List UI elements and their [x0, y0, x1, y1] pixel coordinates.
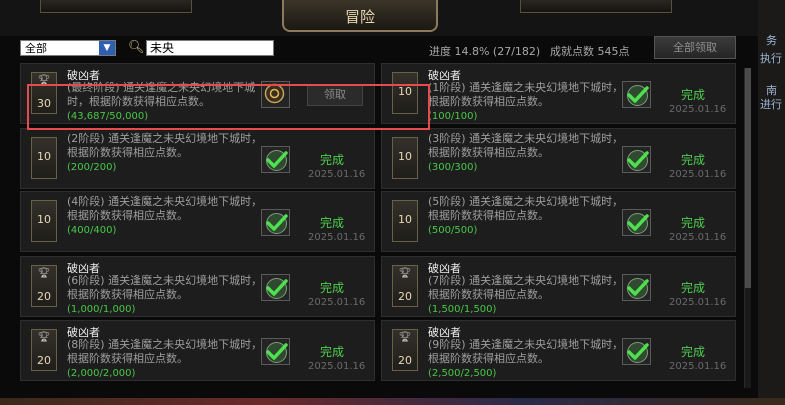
completion-date: 2025.01.16	[308, 232, 366, 243]
achievement-description: (3阶段) 通关逢魔之未央幻境地下城时，根据阶数获得相应点数。	[428, 132, 624, 159]
points-badge: 🏆︎ 20	[392, 329, 418, 371]
trophy-icon: 🏆︎	[37, 268, 51, 279]
achievement-description: (8阶段) 通关逢魔之未央幻境地下城时，根据阶数获得相应点数。	[67, 338, 263, 365]
status-complete: 完成	[681, 216, 706, 230]
points-badge: 10	[31, 137, 57, 179]
check-icon	[261, 338, 290, 365]
check-icon	[261, 274, 290, 301]
achievement-progress: (100/100)	[428, 111, 478, 122]
achievement-card: 10 (3阶段) 通关逢魔之未央幻境地下城时，根据阶数获得相应点数。 (300/30…	[381, 128, 736, 189]
achievement-description: (6阶段) 通关逢魔之未央幻境地下城时，根据阶数获得相应点数。	[67, 274, 263, 301]
category-select-value: 全部	[25, 42, 47, 55]
trophy-icon: 🏆︎	[37, 332, 51, 343]
achievement-progress: (500/500)	[428, 225, 478, 236]
check-icon	[622, 338, 651, 365]
points-badge: 10	[392, 200, 418, 242]
status-complete: 完成	[320, 216, 345, 230]
achievement-description: (2阶段) 通关逢魔之未央幻境地下城时，根据阶数获得相应点数。	[67, 132, 263, 159]
achievement-description: (5阶段) 通关逢魔之未央幻境地下城时，根据阶数获得相应点数。	[428, 195, 624, 222]
check-icon	[622, 274, 651, 301]
points-badge: 🏆︎ 20	[392, 265, 418, 307]
check-icon	[622, 81, 651, 108]
check-icon	[261, 146, 290, 173]
right-edge-text: 务	[766, 34, 777, 47]
points-value: 10	[37, 213, 51, 226]
achievement-description: (7阶段) 通关逢魔之未央幻境地下城时，根据阶数获得相应点数。	[428, 274, 624, 301]
scrollbar[interactable]	[744, 68, 751, 388]
claim-all-button[interactable]: 全部领取	[654, 36, 736, 59]
points-value: 20	[37, 354, 51, 367]
category-select[interactable]: 全部 ▼	[20, 40, 116, 56]
achievement-progress: (1,000/1,000)	[67, 304, 136, 315]
tab-adventure[interactable]: 冒险	[282, 0, 438, 32]
status-complete: 完成	[681, 153, 706, 167]
completion-date: 2025.01.16	[669, 169, 727, 180]
achievement-card: 10 (4阶段) 通关逢魔之未央幻境地下城时，根据阶数获得相应点数。 (400/40…	[20, 191, 375, 252]
achievement-card: 🏆︎ 20 破凶者 (9阶段) 通关逢魔之未央幻境地下城时，根据阶数获得相应点数。 (2…	[381, 320, 736, 381]
right-edge-panel: 务 执行 南 进行	[758, 0, 785, 405]
achievement-progress: (2,000/2,000)	[67, 368, 136, 379]
tab-left[interactable]	[40, 0, 192, 13]
trophy-icon: 🏆︎	[398, 268, 412, 279]
status-complete: 完成	[681, 345, 706, 359]
points-value: 10	[398, 150, 412, 163]
achievement-card: 10 (5阶段) 通关逢魔之未央幻境地下城时，根据阶数获得相应点数。 (500/50…	[381, 191, 736, 252]
progress-summary: 进度 14.8% (27/182)	[429, 45, 541, 58]
completion-date: 2025.01.16	[669, 232, 727, 243]
achievement-description: (9阶段) 通关逢魔之未央幻境地下城时，根据阶数获得相应点数。	[428, 338, 624, 365]
completion-date: 2025.01.16	[669, 361, 727, 372]
points-badge: 🏆︎ 20	[31, 329, 57, 371]
top-bar: 冒险	[0, 0, 785, 36]
points-value: 10	[37, 150, 51, 163]
points-value: 20	[398, 290, 412, 303]
achievement-description: (4阶段) 通关逢魔之未央幻境地下城时，根据阶数获得相应点数。	[67, 195, 263, 222]
points-badge: 🏆︎ 20	[31, 265, 57, 307]
status-complete: 完成	[681, 88, 706, 102]
check-icon	[622, 209, 651, 236]
tab-right[interactable]	[520, 0, 672, 13]
highlight-box	[27, 84, 430, 130]
completion-date: 2025.01.16	[308, 361, 366, 372]
achievement-card: 🏆︎ 20 破凶者 (6阶段) 通关逢魔之未央幻境地下城时，根据阶数获得相应点数。 (1…	[20, 256, 375, 317]
trophy-icon: 🏆︎	[398, 332, 412, 343]
search-icon: 🔍︎	[128, 40, 145, 55]
right-edge-text: 进行	[760, 98, 782, 111]
achievement-progress: (400/400)	[67, 225, 117, 236]
search-input[interactable]: 未央	[146, 40, 274, 56]
achievement-progress: (300/300)	[428, 162, 478, 173]
achievement-description: (1阶段) 通关逢魔之未央幻境地下城时，根据阶数获得相应点数。	[428, 81, 624, 108]
scrollbar-thumb[interactable]	[745, 68, 751, 288]
check-icon	[261, 209, 290, 236]
achievement-progress: (1,500/1,500)	[428, 304, 497, 315]
achievement-card: 10 破凶者 (1阶段) 通关逢魔之未央幻境地下城时，根据阶数获得相应点数。 (100…	[381, 63, 736, 124]
achievement-card: 🏆︎ 20 破凶者 (8阶段) 通关逢魔之未央幻境地下城时，根据阶数获得相应点数。 (2…	[20, 320, 375, 381]
chevron-down-icon[interactable]: ▼	[99, 41, 115, 55]
points-summary: 成就点数 545点	[550, 45, 630, 58]
achievement-card: 10 (2阶段) 通关逢魔之未央幻境地下城时，根据阶数获得相应点数。 (200/20…	[20, 128, 375, 189]
bottom-bar	[0, 398, 785, 405]
points-badge: 10	[392, 137, 418, 179]
achievement-progress: (200/200)	[67, 162, 117, 173]
points-value: 20	[398, 354, 412, 367]
points-badge: 10	[31, 200, 57, 242]
status-complete: 完成	[320, 153, 345, 167]
points-value: 10	[398, 213, 412, 226]
status-complete: 完成	[320, 345, 345, 359]
completion-date: 2025.01.16	[308, 297, 366, 308]
points-value: 20	[37, 290, 51, 303]
check-icon	[622, 146, 651, 173]
achievement-card: 🏆︎ 20 破凶者 (7阶段) 通关逢魔之未央幻境地下城时，根据阶数获得相应点数。 (1…	[381, 256, 736, 317]
achievement-progress: (2,500/2,500)	[428, 368, 497, 379]
completion-date: 2025.01.16	[669, 297, 727, 308]
status-complete: 完成	[320, 281, 345, 295]
status-complete: 完成	[681, 281, 706, 295]
completion-date: 2025.01.16	[308, 169, 366, 180]
right-edge-text: 执行	[760, 52, 782, 65]
completion-date: 2025.01.16	[669, 104, 727, 115]
